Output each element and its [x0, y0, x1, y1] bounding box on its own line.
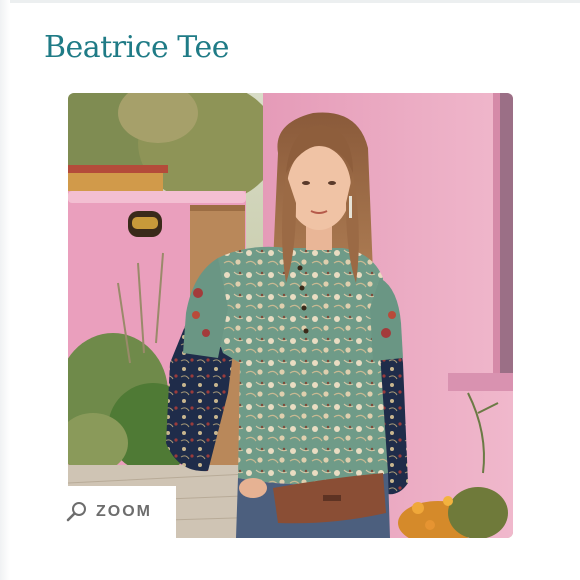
magnifier-icon: [66, 501, 88, 523]
product-photo: [68, 93, 513, 538]
product-title: Beatrice Tee: [44, 30, 229, 65]
product-image[interactable]: [68, 93, 513, 538]
top-divider: [0, 0, 580, 3]
zoom-label: ZOOM: [96, 503, 152, 520]
product-card: Beatrice Tee ZOOM: [0, 0, 580, 580]
zoom-button[interactable]: ZOOM: [52, 486, 176, 538]
left-edge-shade: [0, 0, 10, 580]
